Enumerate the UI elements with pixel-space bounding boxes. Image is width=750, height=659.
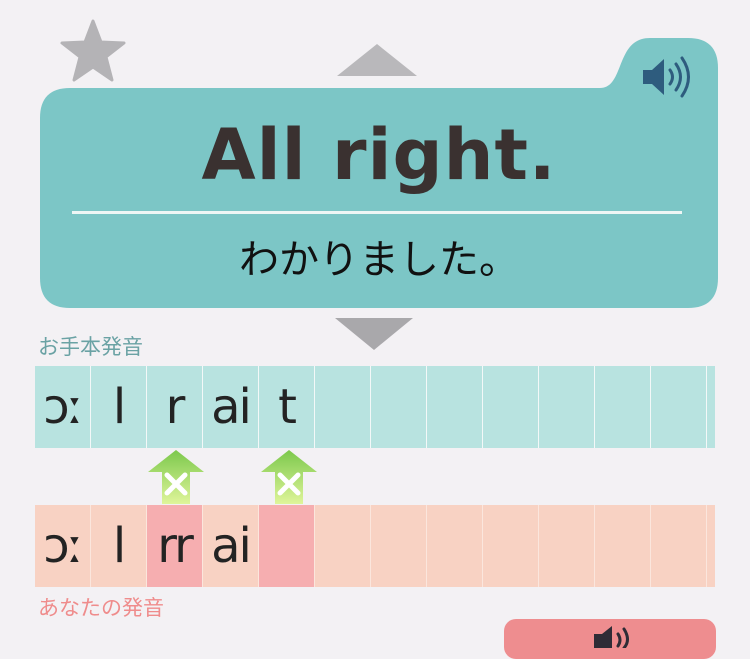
your-phoneme-row: ɔː l rr ai — [35, 505, 715, 587]
card-divider — [72, 211, 682, 214]
your-phoneme-cell — [315, 505, 371, 587]
phrase-english: All right. — [201, 114, 557, 196]
model-phoneme-cell: ai — [203, 366, 259, 448]
phoneme-error-marker-icon[interactable] — [259, 448, 319, 504]
model-phoneme-cell — [483, 366, 539, 448]
your-phoneme-cell — [427, 505, 483, 587]
your-phoneme-cell — [595, 505, 651, 587]
model-phoneme-row: ɔː l r ai t — [35, 366, 715, 448]
your-phoneme-cell — [539, 505, 595, 587]
your-phoneme-cell — [371, 505, 427, 587]
model-phoneme-cell — [595, 366, 651, 448]
your-phoneme-cell: ɔː — [35, 505, 91, 587]
model-phoneme-cell — [427, 366, 483, 448]
phoneme-error-marker-icon[interactable] — [146, 448, 206, 504]
model-phoneme-cell: r — [147, 366, 203, 448]
your-phoneme-cell: l — [91, 505, 147, 587]
model-phoneme-cell: t — [259, 366, 315, 448]
model-phoneme-cell — [539, 366, 595, 448]
your-phoneme-cell-error — [259, 505, 315, 587]
model-phoneme-cell — [371, 366, 427, 448]
model-phoneme-cell — [315, 366, 371, 448]
speaker-icon — [594, 626, 629, 648]
phrase-japanese: わかりました。 — [239, 237, 519, 283]
your-phoneme-cell: ai — [203, 505, 259, 587]
your-phoneme-cell-error: rr — [147, 505, 203, 587]
next-phrase-arrow-icon[interactable] — [333, 316, 415, 352]
model-phoneme-cell: ɔː — [35, 366, 91, 448]
model-phoneme-cell — [651, 366, 707, 448]
model-phoneme-cell: l — [91, 366, 147, 448]
your-phoneme-cell — [651, 505, 707, 587]
play-model-audio-speaker-icon[interactable] — [640, 54, 694, 100]
your-pronunciation-label: あなたの発音 — [38, 596, 164, 620]
your-phoneme-cell — [483, 505, 539, 587]
model-pronunciation-label: お手本発音 — [38, 335, 143, 359]
